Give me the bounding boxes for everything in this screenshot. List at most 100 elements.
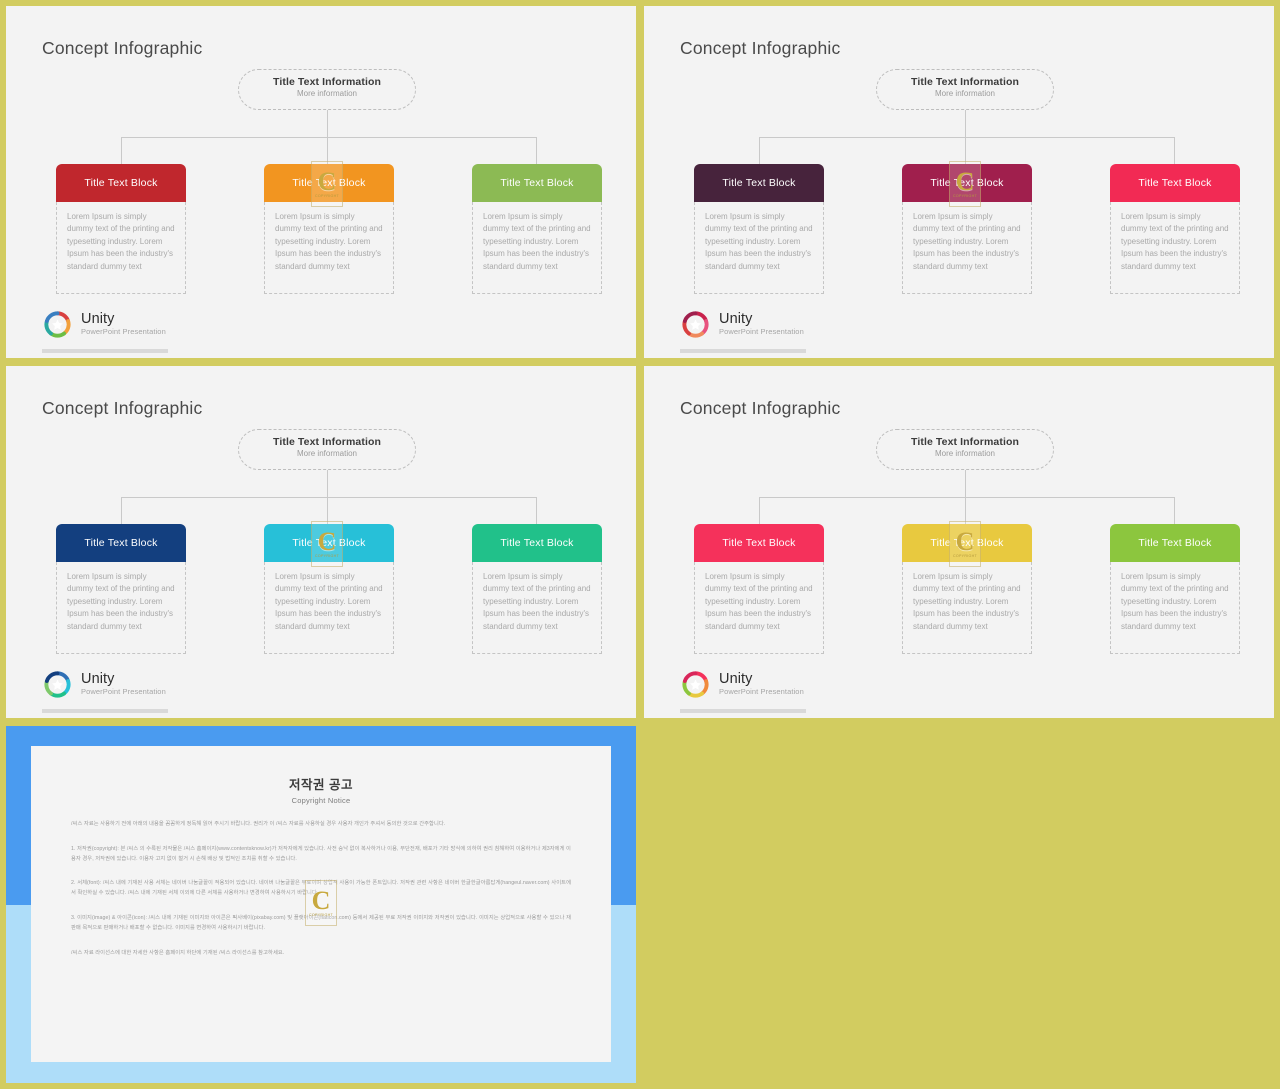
card-header[interactable]: Title Text Block [56, 164, 186, 202]
card-body: Lorem Ipsum is simply dummy text of the … [902, 562, 1032, 654]
brand-tagline: PowerPoint Presentation [719, 327, 804, 337]
page-title: Concept Infographic [42, 398, 203, 418]
brand-underline-bar [42, 709, 168, 713]
card-header[interactable]: Title Text Block [472, 164, 602, 202]
copyright-subtitle: Copyright Notice [291, 796, 351, 805]
root-node-subtitle: More information [934, 89, 996, 98]
root-node[interactable]: Title Text Information More information [238, 69, 416, 110]
connector-vertical-top [327, 470, 328, 497]
copyright-notice-sheet[interactable]: 저작권 공고 Copyright Notice /씨스 자료는 사용하기 전에 … [31, 746, 611, 1062]
card-column[interactable]: Title Text Block Lorem Ipsum is simply d… [56, 164, 186, 294]
connector-horizontal [759, 497, 1174, 498]
card-header[interactable]: Title Text Block [694, 164, 824, 202]
card-body: Lorem Ipsum is simply dummy text of the … [56, 202, 186, 294]
connector-vertical-right [1174, 137, 1175, 164]
brand-text: Unity PowerPoint Presentation [719, 311, 804, 337]
card-column[interactable]: Title Text Block Lorem Ipsum is simply d… [264, 164, 394, 294]
root-node-title: Title Text Information [273, 76, 381, 88]
card-header[interactable]: Title Text Block [56, 524, 186, 562]
unity-star-icon [42, 669, 73, 700]
brand-name: Unity [81, 311, 115, 328]
card-title: Title Text Block [930, 177, 1004, 189]
card-column[interactable]: Title Text Block Lorem Ipsum is simply d… [472, 164, 602, 294]
card-body: Lorem Ipsum is simply dummy text of the … [1110, 562, 1240, 654]
card-column[interactable]: Title Text Block Lorem Ipsum is simply d… [1110, 524, 1240, 654]
unity-star-icon [680, 669, 711, 700]
page-root: Concept Infographic Title Text Informati… [0, 0, 1280, 1089]
card-header[interactable]: Title Text Block [472, 524, 602, 562]
card-column[interactable]: Title Text Block Lorem Ipsum is simply d… [694, 524, 824, 654]
card-title: Title Text Block [84, 177, 158, 189]
card-columns: Title Text Block Lorem Ipsum is simply d… [6, 164, 636, 304]
card-header[interactable]: Title Text Block [1110, 524, 1240, 562]
brand-tagline: PowerPoint Presentation [81, 327, 166, 337]
connector-vertical-left [759, 497, 760, 524]
card-title: Title Text Block [1138, 177, 1212, 189]
card-body: Lorem Ipsum is simply dummy text of the … [264, 202, 394, 294]
card-column[interactable]: Title Text Block Lorem Ipsum is simply d… [902, 524, 1032, 654]
connector-horizontal [121, 497, 536, 498]
page-title: Concept Infographic [42, 38, 203, 58]
brand-logo: Unity PowerPoint Presentation [42, 669, 166, 700]
card-header[interactable]: Title Text Block [694, 524, 824, 562]
card-title: Title Text Block [500, 537, 574, 549]
card-title: Title Text Block [1138, 537, 1212, 549]
unity-star-icon [680, 309, 711, 340]
brand-text: Unity PowerPoint Presentation [719, 671, 804, 696]
brand-name: Unity [81, 671, 115, 688]
card-header[interactable]: Title Text Block [1110, 164, 1240, 202]
card-body: Lorem Ipsum is simply dummy text of the … [56, 562, 186, 654]
brand-tagline: PowerPoint Presentation [81, 687, 166, 697]
connector-vertical-middle [327, 497, 328, 524]
unity-star-icon [42, 309, 73, 340]
card-column[interactable]: Title Text Block Lorem Ipsum is simply d… [56, 524, 186, 654]
brand-logo: Unity PowerPoint Presentation [42, 309, 166, 340]
brand-logo: Unity PowerPoint Presentation [680, 669, 804, 700]
copyright-paragraph: 3. 이미지(image) & 아이콘(icon): /씨스 내에 기재된 이미… [71, 914, 571, 931]
card-column[interactable]: Title Text Block Lorem Ipsum is simply d… [1110, 164, 1240, 294]
card-header[interactable]: Title Text Block [902, 524, 1032, 562]
card-title: Title Text Block [722, 537, 796, 549]
card-column[interactable]: Title Text Block Lorem Ipsum is simply d… [472, 524, 602, 654]
card-column[interactable]: Title Text Block Lorem Ipsum is simply d… [902, 164, 1032, 294]
copyright-title: 저작권 공고 [289, 778, 353, 792]
slide-panel-1[interactable]: Concept Infographic Title Text Informati… [6, 6, 636, 358]
connector-horizontal [759, 137, 1174, 138]
connector-vertical-middle [327, 137, 328, 164]
card-title: Title Text Block [500, 177, 574, 189]
connector-vertical-top [965, 110, 966, 137]
root-node-subtitle: More information [296, 449, 358, 458]
brand-underline-bar [680, 709, 806, 713]
connector-vertical-left [759, 137, 760, 164]
page-title: Concept Infographic [680, 38, 841, 58]
card-title: Title Text Block [930, 537, 1004, 549]
card-header[interactable]: Title Text Block [902, 164, 1032, 202]
root-node-title: Title Text Information [911, 436, 1019, 448]
copyright-paragraph: /씨스 자료는 사용하기 전에 아래의 내용을 꼼꼼하게 정독해 읽어 주시기 … [71, 821, 446, 827]
connector-vertical-right [536, 497, 537, 524]
card-columns: Title Text Block Lorem Ipsum is simply d… [6, 524, 636, 664]
card-column[interactable]: Title Text Block Lorem Ipsum is simply d… [264, 524, 394, 654]
card-title: Title Text Block [722, 177, 796, 189]
brand-text: Unity PowerPoint Presentation [81, 671, 166, 697]
brand-underline-bar [680, 349, 806, 353]
root-node[interactable]: Title Text Information More information [876, 429, 1054, 470]
brand-underline-bar [42, 349, 168, 353]
connector-vertical-right [1174, 497, 1175, 524]
copyright-paragraph: 2. 서체(font): /씨스 내에 기재된 사용 서체는 네이버 나눔글꼴이… [71, 880, 571, 897]
connector-vertical-top [965, 470, 966, 497]
card-title: Title Text Block [292, 177, 366, 189]
card-header[interactable]: Title Text Block [264, 524, 394, 562]
card-body: Lorem Ipsum is simply dummy text of the … [694, 202, 824, 294]
card-title: Title Text Block [292, 537, 366, 549]
slide-panel-2[interactable]: Concept Infographic Title Text Informati… [644, 6, 1274, 358]
root-node-subtitle: More information [934, 449, 996, 458]
card-header[interactable]: Title Text Block [264, 164, 394, 202]
page-title: Concept Infographic [680, 398, 841, 418]
root-node[interactable]: Title Text Information More information [876, 69, 1054, 110]
slide-panel-4[interactable]: Concept Infographic Title Text Informati… [644, 366, 1274, 718]
root-node[interactable]: Title Text Information More information [238, 429, 416, 470]
connector-vertical-middle [965, 497, 966, 524]
slide-panel-3[interactable]: Concept Infographic Title Text Informati… [6, 366, 636, 718]
card-column[interactable]: Title Text Block Lorem Ipsum is simply d… [694, 164, 824, 294]
